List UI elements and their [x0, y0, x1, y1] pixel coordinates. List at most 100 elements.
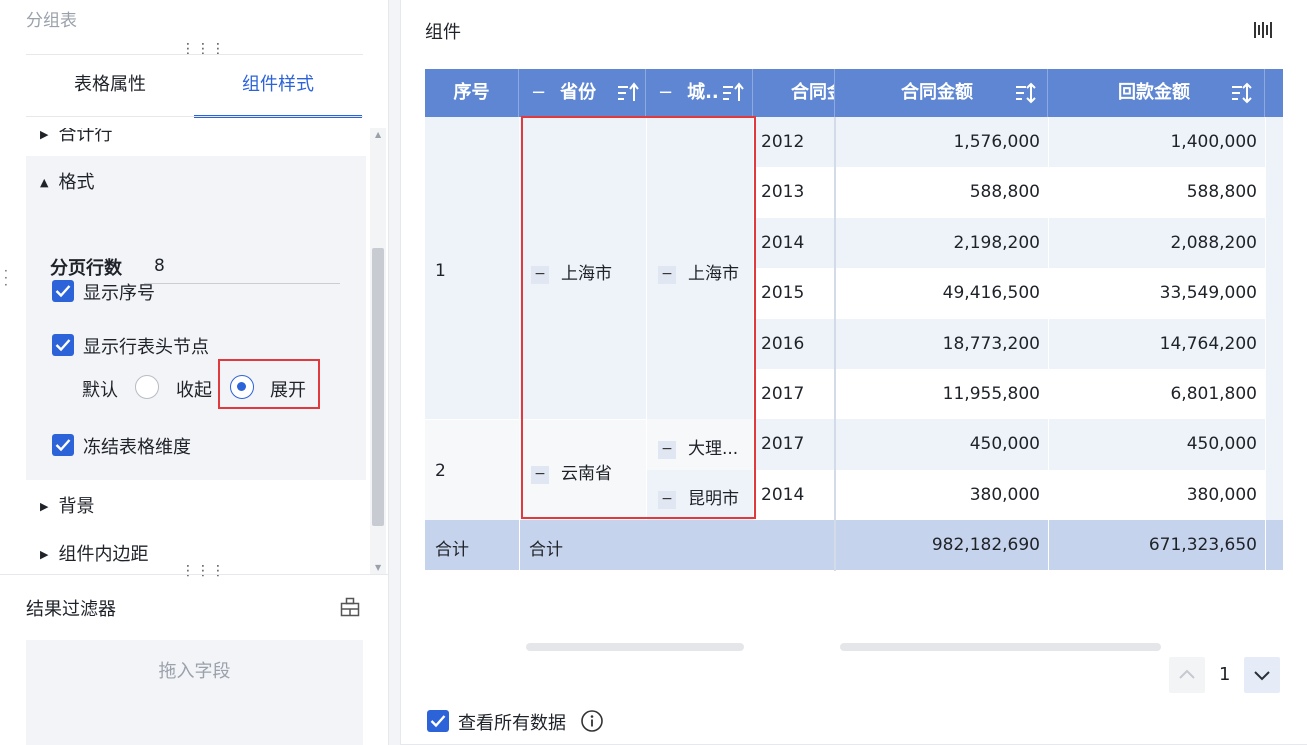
section-padding[interactable]: ▶ 组件内边距 [40, 540, 148, 566]
divider [26, 54, 363, 55]
caret-right-icon: ▶ [40, 128, 49, 141]
freeze-dimensions-checkbox[interactable] [52, 434, 74, 456]
contract-amount-cell: 2,198,200 [835, 218, 1048, 268]
sort-icon[interactable] [1231, 82, 1253, 104]
checkmark-icon [55, 285, 71, 298]
total-payment-amount-cell: 671,323,650 [1048, 520, 1265, 570]
previous-page-button[interactable] [1169, 657, 1205, 693]
year-cell: 2012 [753, 117, 835, 167]
page-rows-label: 分页行数 [50, 258, 122, 279]
scroll-down-icon[interactable]: ▼ [375, 563, 381, 572]
header-index[interactable]: 序号 [425, 69, 519, 117]
group-table: 序号 −省份 −城.. 合同金 合同金额 [425, 69, 1283, 571]
header-overflow [1265, 69, 1283, 117]
show-row-header-nodes-checkbox[interactable] [52, 334, 74, 356]
year-cell: 2017 [753, 369, 835, 419]
collapse-minus-icon[interactable]: − [531, 69, 546, 117]
year-cell: 2017 [753, 419, 835, 470]
checkmark-icon [430, 715, 446, 728]
caret-right-icon: ▶ [40, 548, 49, 561]
show-index-checkbox[interactable] [52, 280, 74, 302]
year-cell: 2014 [753, 470, 835, 520]
scroll-up-icon[interactable]: ▲ [375, 130, 381, 139]
year-cell: 2015 [753, 268, 835, 319]
collapse-label: 收起 [176, 380, 212, 401]
contract-amount-cell: 1,576,000 [835, 117, 1048, 167]
info-icon[interactable] [580, 709, 604, 733]
style-settings-scroll[interactable]: ▶合计行 ▲格式 分页行数 显示序号 显示行表头节点 默认 收起 展开 [26, 128, 370, 574]
contract-amount-cell: 11,955,800 [835, 369, 1048, 419]
header-payment-amount[interactable]: 回款金额 [1048, 69, 1265, 117]
filter-settings-icon[interactable] [340, 597, 360, 617]
result-filter-title: 结果过滤器 [26, 599, 116, 620]
grid-line [1265, 117, 1266, 571]
checkmark-icon [55, 439, 71, 452]
payment-amount-cell: 6,801,800 [1048, 369, 1265, 419]
contract-amount-cell: 49,416,500 [835, 268, 1048, 319]
payment-amount-cell: 450,000 [1048, 419, 1265, 470]
header-contract[interactable]: 合同金 [753, 69, 835, 117]
contract-amount-cell: 588,800 [835, 167, 1048, 218]
panel-title: 分组表 [26, 11, 77, 31]
total-index-cell: 合计 [425, 520, 519, 570]
contract-amount-cell: 18,773,200 [835, 319, 1048, 369]
show-row-header-nodes-label: 显示行表头节点 [83, 337, 209, 358]
header-contract-amount[interactable]: 合同金额 [835, 69, 1048, 117]
section-total-row[interactable]: ▶ 合计行 [40, 128, 112, 146]
scrollbar-thumb[interactable] [372, 248, 384, 526]
drag-handle-icon[interactable]: ⋮⋮⋮ [181, 42, 226, 56]
header-city[interactable]: − 城.. [646, 69, 753, 117]
total-contract-amount-cell: 982,182,690 [835, 520, 1048, 570]
view-all-data-label: 查看所有数据 [458, 713, 566, 734]
barcode-icon[interactable] [1253, 20, 1273, 40]
year-cell: 2013 [753, 167, 835, 218]
horizontal-scrollbar-frozen[interactable] [526, 643, 744, 651]
horizontal-scrollbar-main[interactable] [840, 643, 1161, 651]
section-format[interactable]: ▲ 格式 [40, 168, 94, 194]
sort-icon[interactable] [617, 82, 639, 104]
grid-line [519, 117, 520, 571]
header-province[interactable]: − 省份 [519, 69, 646, 117]
year-cell: 2016 [753, 319, 835, 369]
tab-bar: 表格属性 组件样式 [26, 66, 363, 118]
group-index-cell: 2 [425, 419, 519, 520]
view-all-data-checkbox[interactable] [427, 710, 449, 732]
freeze-line [834, 117, 836, 571]
divider [0, 574, 388, 575]
panel-splitter[interactable] [388, 0, 401, 745]
total-label-cell: 合计 [519, 520, 835, 570]
overflow-column [1265, 117, 1283, 520]
left-panel: 分组表 ⋮⋮⋮ 表格属性 组件样式 ▶合计行 ▲格式 分页行数 显示序号 显示行… [0, 0, 388, 745]
collapse-minus-icon[interactable]: − [658, 69, 673, 117]
right-panel: 组件 序号 − 省份 − 城.. 合同 合同金额 回款金额 1 − 上海市 − … [401, 0, 1307, 745]
payment-amount-cell: 14,764,200 [1048, 319, 1265, 369]
section-background[interactable]: ▶ 背景 [40, 492, 94, 518]
divider [26, 116, 363, 117]
caret-right-icon: ▶ [40, 500, 49, 513]
sort-icon[interactable] [1015, 82, 1037, 104]
payment-amount-cell: 33,549,000 [1048, 268, 1265, 319]
group-index-cell: 1 [425, 117, 519, 419]
payment-amount-cell: 2,088,200 [1048, 218, 1265, 268]
current-page: 1 [1219, 664, 1231, 685]
show-index-label: 显示序号 [83, 283, 155, 304]
format-section: ▲格式 分页行数 显示序号 显示行表头节点 默认 收起 展开 冻结表格维度 [26, 156, 366, 480]
caret-down-icon: ▲ [40, 176, 49, 189]
contract-amount-cell: 380,000 [835, 470, 1048, 520]
page-rows-input[interactable] [144, 248, 340, 284]
year-cell: 2014 [753, 218, 835, 268]
chevron-down-icon [1254, 671, 1270, 681]
chevron-up-icon [1179, 669, 1195, 679]
sort-icon[interactable] [722, 82, 744, 104]
contract-amount-cell: 450,000 [835, 419, 1048, 470]
freeze-dimensions-label: 冻结表格维度 [83, 437, 191, 458]
highlight-box [521, 116, 756, 519]
drag-handle-icon[interactable]: · · · [4, 265, 10, 291]
collapse-radio[interactable] [135, 375, 159, 399]
next-page-button[interactable] [1244, 657, 1280, 693]
payment-amount-cell: 1,400,000 [1048, 117, 1265, 167]
tab-table-properties[interactable]: 表格属性 [26, 66, 194, 118]
highlight-box [218, 359, 320, 409]
field-drop-zone[interactable]: 拖入字段 [26, 640, 363, 745]
tab-component-style[interactable]: 组件样式 [194, 66, 362, 118]
